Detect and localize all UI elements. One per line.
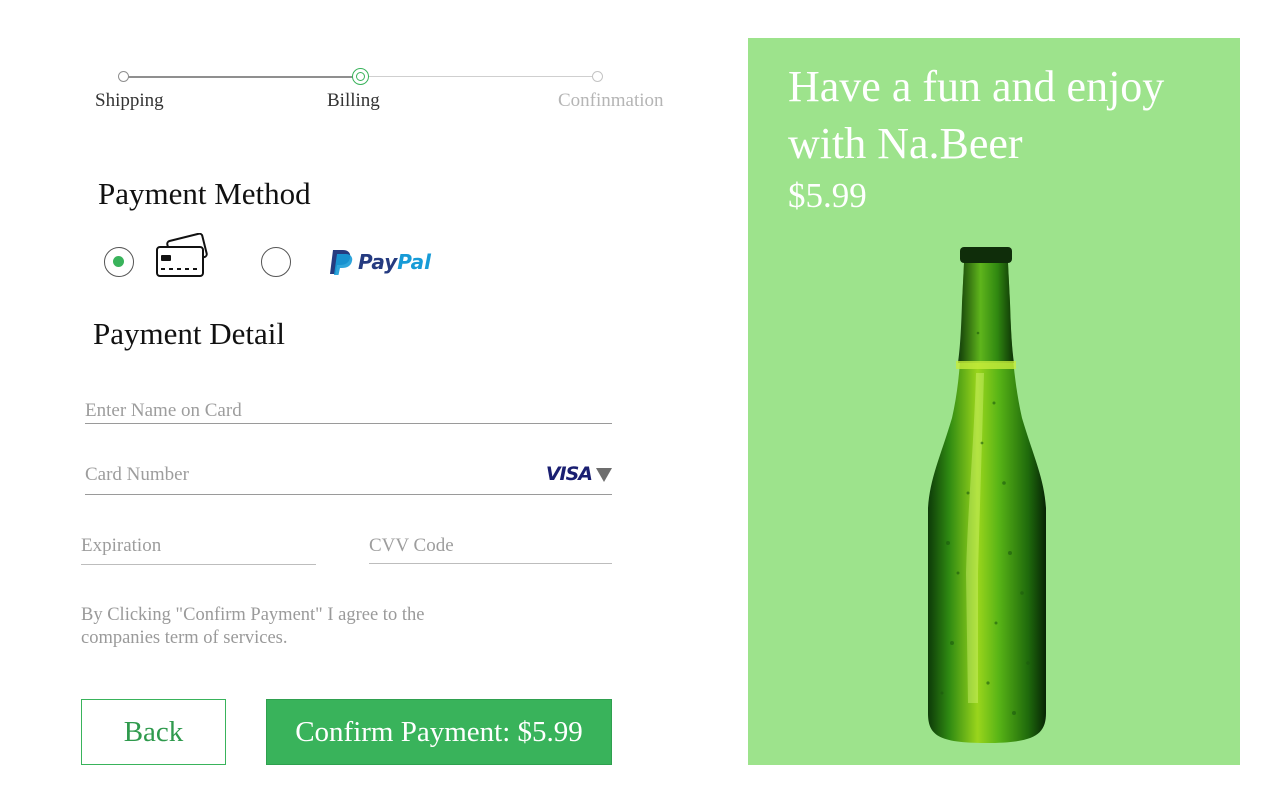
back-button[interactable]: Back [81, 699, 226, 765]
paypal-wordmark: PayPal [358, 250, 432, 274]
paypal-radio[interactable] [261, 247, 291, 277]
stepper-line-pending [368, 76, 598, 77]
payment-method-heading: Payment Method [98, 176, 311, 211]
name-on-card-input[interactable] [85, 400, 612, 422]
credit-card-icon[interactable] [155, 233, 209, 279]
step-confirmation: Confinmation [558, 90, 664, 111]
visa-logo: VISA [545, 463, 593, 485]
product-promo-panel: Have a fun and enjoy with Na.Beer $5.99 [748, 38, 1240, 765]
payment-detail-heading: Payment Detail [93, 316, 285, 351]
checkout-stepper: Shipping Billing Confinmation [90, 68, 670, 118]
confirm-payment-button[interactable]: Confirm Payment: $5.99 [266, 699, 612, 765]
credit-card-radio[interactable] [104, 247, 134, 277]
card-brand-dropdown-icon[interactable] [596, 468, 612, 482]
stepper-dot-shipping [118, 71, 129, 82]
cvv-input[interactable] [369, 535, 612, 557]
card-number-input[interactable] [85, 464, 505, 486]
terms-text: By Clicking "Confirm Payment" I agree to… [81, 605, 425, 648]
promo-price: $5.99 [788, 176, 867, 215]
checkout-page: Shipping Billing Confinmation Payment Me… [0, 0, 1280, 800]
step-billing[interactable]: Billing [327, 90, 380, 112]
stepper-dot-billing [352, 68, 369, 85]
paypal-logo[interactable]: PayPal [328, 248, 431, 278]
promo-title: Have a fun and enjoy with Na.Beer [788, 62, 1165, 168]
expiration-field [81, 535, 316, 565]
paypal-p-icon [330, 250, 353, 275]
expiration-input[interactable] [81, 535, 316, 557]
stepper-line-completed [124, 76, 360, 78]
beer-bottle-image [928, 247, 1046, 743]
step-shipping[interactable]: Shipping [95, 90, 164, 112]
cvv-field [369, 535, 612, 564]
card-number-field: VISA [85, 463, 612, 495]
name-on-card-field [85, 400, 612, 424]
stepper-dot-confirmation [592, 71, 603, 82]
